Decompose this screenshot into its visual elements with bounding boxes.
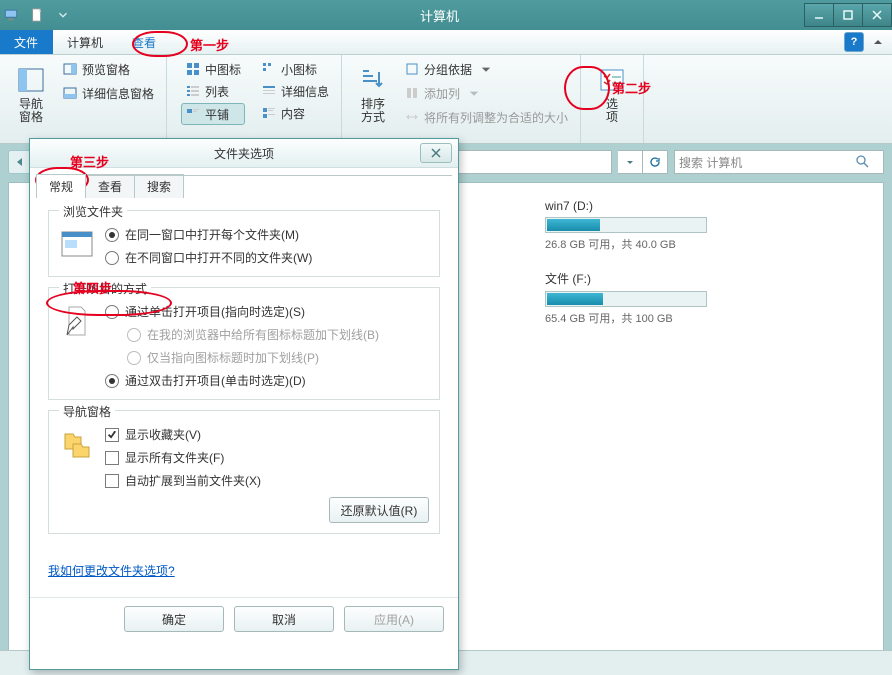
window-title: 计算机 [74,6,805,25]
dialog-title: 文件夹选项 [214,145,274,162]
radio-underline-point: 仅当指向图标标题时加下划线(P) [127,349,379,366]
refresh-button[interactable] [643,150,668,174]
usage-bar [545,217,707,233]
search-icon [855,154,869,171]
open-items-icon [59,303,95,339]
tab-general[interactable]: 常规 [36,174,86,198]
menu-view[interactable]: 查看 [118,30,171,54]
usage-bar [545,291,707,307]
check-show-favorites[interactable]: 显示收藏夹(V) [105,426,261,443]
drive-name: win7 (D:) [545,199,845,213]
dropdown-icon [466,85,482,101]
address-dropdown-button[interactable] [618,150,643,174]
view-content[interactable]: 内容 [257,103,333,123]
search-input[interactable]: 搜索 计算机 [674,150,884,174]
details-pane-icon [62,85,78,101]
radio-underline-browser: 在我的浏览器中给所有图标标题加下划线(B) [127,326,379,343]
menubar: 文件 计算机 查看 ? [0,30,892,55]
help-link[interactable]: 我如何更改文件夹选项? [48,562,175,579]
drive-item[interactable]: 文件 (F:) 65.4 GB 可用，共 100 GB [545,270,845,326]
nav-pane-group: 导航窗格 显示收藏夹(V) 显示所有文件夹(F) 自动扩展到当前文件夹(X) 还… [48,410,440,534]
folder-options-dialog: 文件夹选项 常规 查看 搜索 浏览文件夹 在同一窗口中打开每个文件夹(M) 在不… [29,138,459,670]
tab-search[interactable]: 搜索 [134,174,184,198]
open-items-group: 打开项目的方式 通过单击打开项目(指向时选定)(S) 在我的浏览器中给所有图标标… [48,287,440,400]
nav-pane-icon [15,64,47,96]
view-list[interactable]: 列表 [181,81,245,101]
radio-diff-window[interactable]: 在不同窗口中打开不同的文件夹(W) [105,249,312,266]
menu-computer[interactable]: 计算机 [53,30,118,54]
search-placeholder: 搜索 计算机 [679,154,742,171]
maximize-button[interactable] [833,3,863,27]
browse-folders-group: 浏览文件夹 在同一窗口中打开每个文件夹(M) 在不同窗口中打开不同的文件夹(W) [48,210,440,277]
preview-pane-button[interactable]: 预览窗格 [58,59,158,79]
drive-item[interactable]: win7 (D:) 26.8 GB 可用，共 40.0 GB [545,199,845,252]
add-columns-icon [404,85,420,101]
detail-view-icon [261,83,277,99]
options-icon [596,64,628,96]
view-medium-icons[interactable]: 中图标 [181,59,245,79]
nav-pane-button[interactable]: 导航 窗格 [8,59,54,129]
add-columns-button[interactable]: 添加列 [400,83,572,103]
drive-name: 文件 (F:) [545,270,845,287]
view-details[interactable]: 详细信息 [257,81,333,101]
usage-text: 26.8 GB 可用，共 40.0 GB [545,236,845,252]
view-small-icons[interactable]: 小图标 [257,59,333,79]
computer-icon [4,8,18,22]
minimize-button[interactable] [804,3,834,27]
dropdown-icon [478,61,494,77]
browse-folders-icon [59,226,95,262]
preview-pane-icon [62,61,78,77]
group-by-icon [404,61,420,77]
ok-button[interactable]: 确定 [124,606,224,632]
fit-columns-button[interactable]: 将所有列调整为合适的大小 [400,107,572,127]
collapse-ribbon-icon[interactable] [872,36,884,48]
details-pane-button[interactable]: 详细信息窗格 [58,83,158,103]
tab-view[interactable]: 查看 [85,174,135,198]
menu-file[interactable]: 文件 [0,30,53,54]
view-tiles[interactable]: 平铺 [181,103,245,125]
usage-text: 65.4 GB 可用，共 100 GB [545,310,845,326]
radio-same-window[interactable]: 在同一窗口中打开每个文件夹(M) [105,226,312,243]
sort-button[interactable]: 排序 方式 [350,59,396,129]
list-icon [185,83,201,99]
check-show-all-folders[interactable]: 显示所有文件夹(F) [105,449,261,466]
ribbon: 导航 窗格 预览窗格 详细信息窗格 中图标 小图标 列表 详细信息 平铺 内容 [0,55,892,144]
cancel-button[interactable]: 取消 [234,606,334,632]
medium-icons-icon [185,61,201,77]
dropdown-icon[interactable] [56,8,70,22]
restore-defaults-button[interactable]: 还原默认值(R) [329,497,429,523]
window-titlebar: 计算机 [0,0,892,30]
radio-double-click[interactable]: 通过双击打开项目(单击时选定)(D) [105,372,379,389]
nav-pane-folders-icon [59,426,95,462]
group-by-button[interactable]: 分组依据 [400,59,572,79]
apply-button[interactable]: 应用(A) [344,606,444,632]
content-icon [261,105,277,121]
options-button[interactable]: 选 项 [589,59,635,129]
radio-single-click[interactable]: 通过单击打开项目(指向时选定)(S) [105,303,379,320]
small-icons-icon [261,61,277,77]
fit-columns-icon [404,109,420,125]
new-doc-icon [26,8,48,22]
tiles-icon [185,106,201,122]
check-auto-expand[interactable]: 自动扩展到当前文件夹(X) [105,472,261,489]
help-button[interactable]: ? [844,32,864,52]
close-button[interactable] [862,3,892,27]
dialog-titlebar[interactable]: 文件夹选项 [30,139,458,168]
dialog-close-button[interactable] [420,143,452,163]
sort-icon [357,64,389,96]
